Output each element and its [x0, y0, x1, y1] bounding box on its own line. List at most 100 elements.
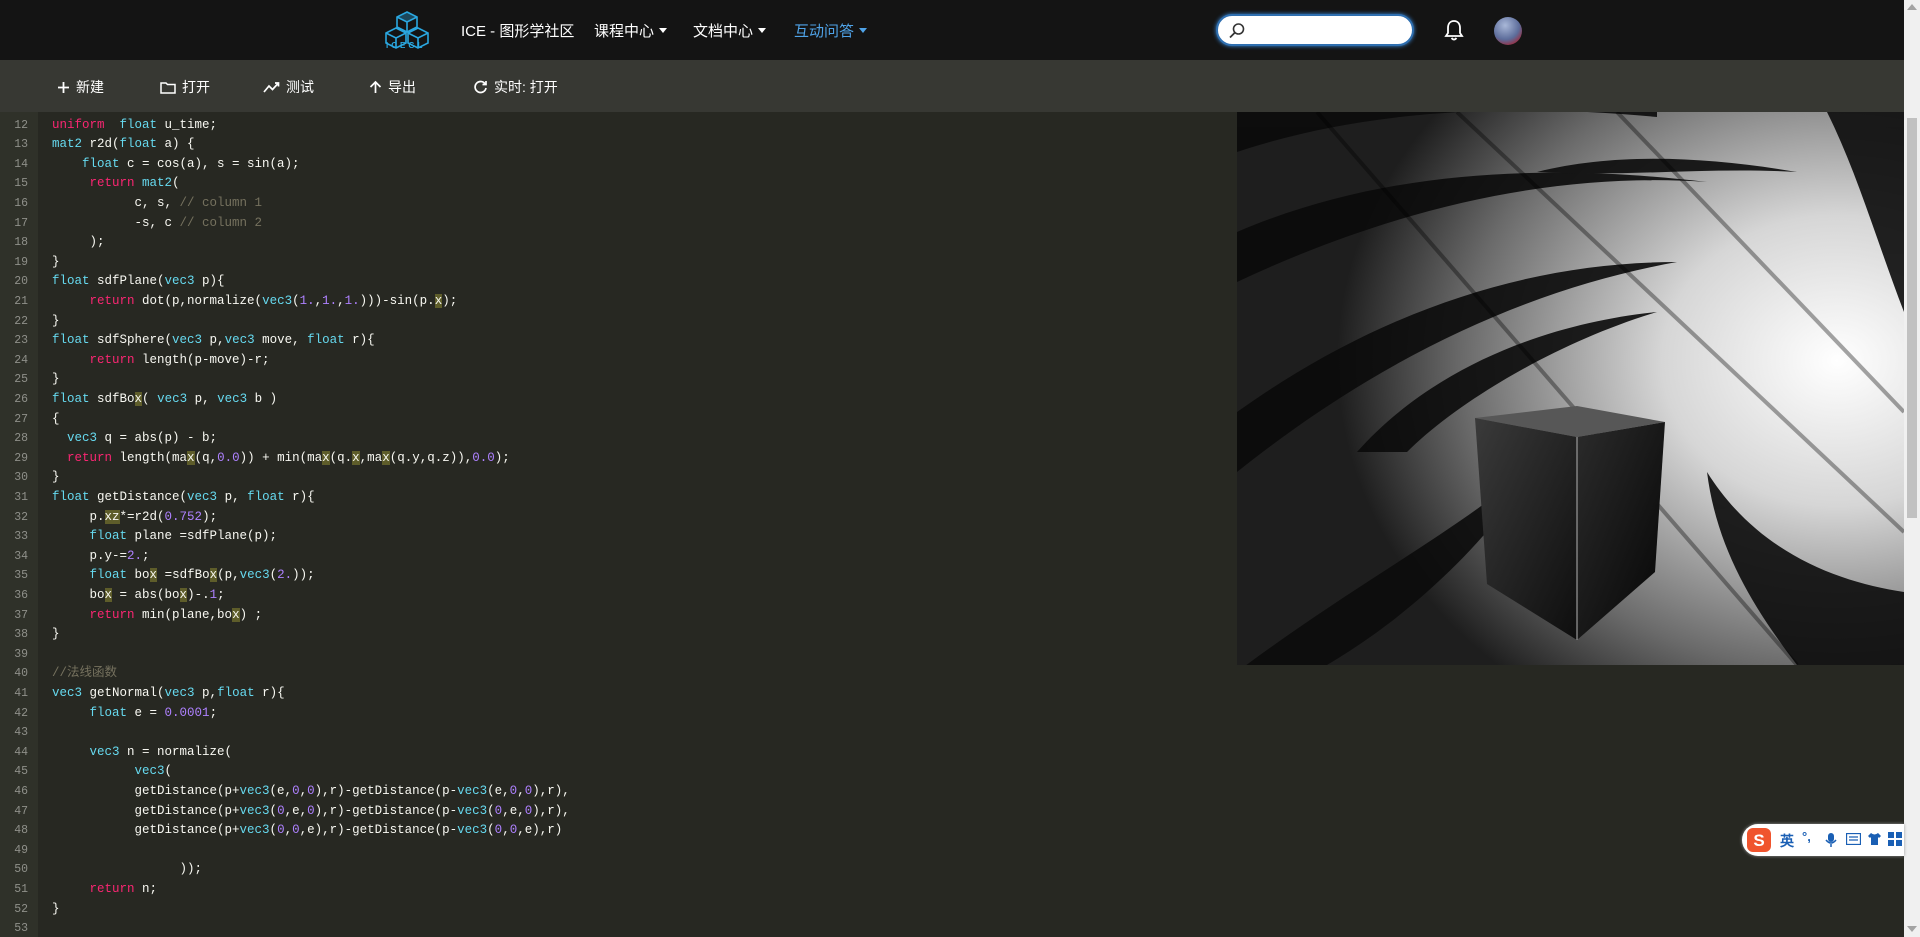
code-line[interactable]: 18 ); — [0, 233, 104, 253]
page-scrollbar[interactable] — [1904, 0, 1920, 937]
shader-preview-render — [1237, 112, 1904, 665]
code-token: vec3 — [239, 568, 270, 583]
code-line[interactable]: 19} — [0, 253, 59, 273]
code-line[interactable]: 49 — [0, 841, 28, 861]
code-line[interactable]: 51 return n; — [0, 880, 157, 900]
code-line[interactable]: 46 getDistance(p+vec3(e,0,0),r)-getDista… — [0, 782, 570, 802]
shader-preview-canvas[interactable] — [1237, 112, 1904, 665]
nav-item-label: 文档中心 — [693, 23, 754, 40]
realtime-toggle-button[interactable]: 实时: 打开 — [473, 77, 558, 97]
code-line[interactable]: 45 vec3( — [0, 762, 172, 782]
bell-icon[interactable] — [1444, 19, 1464, 41]
code-line[interactable]: 29 return length(max(q,0.0)) + min(max(q… — [0, 449, 510, 469]
code-token: getDistance(p+ — [52, 803, 240, 818]
code-line[interactable]: 22} — [0, 312, 59, 332]
code-line[interactable]: 26 float sdfBox( vec3 p, vec3 b ) — [0, 390, 277, 410]
code-token: )) — [239, 450, 255, 465]
code-line[interactable]: 44 vec3 n = normalize( — [0, 743, 232, 763]
code-line[interactable]: 41 vec3 getNormal(vec3 p,float r){ — [0, 684, 284, 704]
code-text: getDistance(p+vec3(0,e,0),r)-getDistance… — [52, 802, 570, 822]
code-text: vec3 n = normalize( — [52, 743, 233, 763]
scroll-up-arrow-icon[interactable] — [1907, 4, 1917, 10]
ime-punct-label[interactable]: °, — [1802, 829, 1811, 844]
code-line[interactable]: 53 — [0, 919, 28, 937]
code-line[interactable]: 47 getDistance(p+vec3(0,e,0),r)-getDista… — [0, 802, 570, 822]
code-text: //法线函数 — [52, 664, 117, 684]
open-button[interactable]: 打开 — [160, 77, 210, 97]
search-input[interactable] — [1250, 20, 1404, 42]
code-token: float — [82, 156, 120, 171]
ime-toolbar[interactable]: S 英 °, — [1742, 824, 1904, 856]
code-line[interactable]: 20 float sdfPlane(vec3 p){ — [0, 272, 224, 292]
code-text: float sdfSphere(vec3 p,vec3 move, float … — [52, 331, 375, 351]
code-line[interactable]: 35 float box =sdfBox(p,vec3(2.)); — [0, 566, 315, 586]
line-number: 28 — [14, 432, 28, 446]
code-line[interactable]: 50 )); — [0, 860, 202, 880]
code-token: n; — [134, 882, 158, 896]
code-token: } — [52, 627, 60, 642]
code-text: } — [52, 625, 60, 645]
ime-language-label[interactable]: 英 — [1780, 831, 1794, 851]
scroll-down-arrow-icon[interactable] — [1907, 926, 1917, 932]
code-line[interactable]: 14 float c = cos(a), s = sin(a); — [0, 155, 299, 175]
code-token: 1. — [344, 294, 360, 308]
code-line[interactable]: 48 getDistance(p+vec3(0,0,e),r)-getDista… — [0, 821, 562, 841]
code-line[interactable]: 32 p.xz*=r2d(0.752); — [0, 508, 217, 528]
line-number: 52 — [14, 902, 28, 916]
code-line[interactable]: 38} — [0, 625, 59, 645]
code-token: ,e),r)-getDistance(p- — [299, 823, 458, 838]
code-token: vec3 — [187, 490, 218, 504]
code-token: 0 — [292, 784, 300, 798]
code-line[interactable]: 30} — [0, 468, 59, 488]
code-line[interactable]: 27 { — [0, 410, 59, 430]
scrollbar-thumb[interactable] — [1907, 118, 1917, 518]
code-token: ),r)-getDistance(p- — [314, 784, 458, 798]
code-line[interactable]: 15 return mat2( — [0, 174, 179, 194]
nav-item-courses[interactable]: 课程中心 — [594, 20, 668, 41]
skin-shirt-icon[interactable] — [1867, 832, 1882, 846]
nav-item-community[interactable]: ICE - 图形学社区 — [461, 20, 574, 41]
code-line[interactable]: 24 return length(p-move)-r; — [0, 351, 269, 371]
new-button[interactable]: 新建 — [57, 77, 104, 97]
test-button[interactable]: 测试 — [263, 77, 314, 97]
code-line[interactable]: 42 float e = 0.0001; — [0, 704, 217, 724]
code-token: , — [314, 294, 323, 308]
code-token: float — [52, 490, 90, 504]
code-line[interactable]: 16 c, s, // column 1 — [0, 194, 262, 214]
nav-item-qa[interactable]: 互动问答 — [794, 20, 868, 41]
code-token: sdfPlane( — [89, 274, 165, 289]
code-editor[interactable]: 5#endif7#define MAX_ITERATIO_NNUMBER 255… — [0, 0, 1236, 937]
code-line[interactable]: 28 vec3 q = abs(p) - b; — [0, 429, 217, 449]
code-text: c, s, // column 1 — [52, 194, 263, 214]
code-line[interactable]: 37 return min(plane,box) ; — [0, 606, 262, 626]
code-line[interactable]: 17 -s, c // column 2 — [0, 214, 262, 234]
keyboard-icon[interactable] — [1846, 833, 1861, 845]
code-line[interactable]: 36 box = abs(box)-.1; — [0, 586, 225, 606]
code-line[interactable]: 43 — [0, 723, 28, 743]
search-box[interactable] — [1216, 14, 1414, 46]
microphone-icon[interactable] — [1825, 832, 1837, 848]
code-line[interactable]: 34 p.y-=2.; — [0, 547, 149, 567]
code-line[interactable]: 13 mat2 r2d(float a) { — [0, 135, 194, 155]
code-line[interactable]: 21 return dot(p,normalize(vec3(1.,1.,1.)… — [0, 292, 457, 312]
code-line[interactable]: 23 float sdfSphere(vec3 p,vec3 move, floa… — [0, 331, 374, 351]
code-line[interactable]: 12 uniform float u_time; — [0, 116, 217, 136]
code-line[interactable]: 39 — [0, 645, 28, 665]
line-number: 48 — [14, 824, 28, 838]
code-token: x — [209, 568, 218, 583]
code-line[interactable]: 31 float getDistance(vec3 p, float r){ — [0, 488, 314, 508]
code-line[interactable]: 40 //法线函数 — [0, 664, 117, 684]
line-number: 19 — [14, 255, 28, 269]
nav-item-docs[interactable]: 文档中心 — [693, 20, 767, 41]
code-line[interactable]: 25} — [0, 370, 59, 390]
code-token: )); — [292, 568, 315, 583]
code-token: c, s, — [52, 196, 180, 210]
code-text: } — [52, 312, 60, 332]
user-avatar[interactable] — [1494, 17, 1522, 45]
export-button[interactable]: 导出 — [369, 77, 416, 97]
code-line[interactable]: 33 float plane =sdfPlane(p); — [0, 527, 277, 547]
code-line[interactable]: 52} — [0, 900, 59, 920]
grid-menu-icon[interactable] — [1888, 832, 1902, 846]
line-number: 12 — [14, 118, 28, 132]
code-token: return — [67, 450, 113, 465]
